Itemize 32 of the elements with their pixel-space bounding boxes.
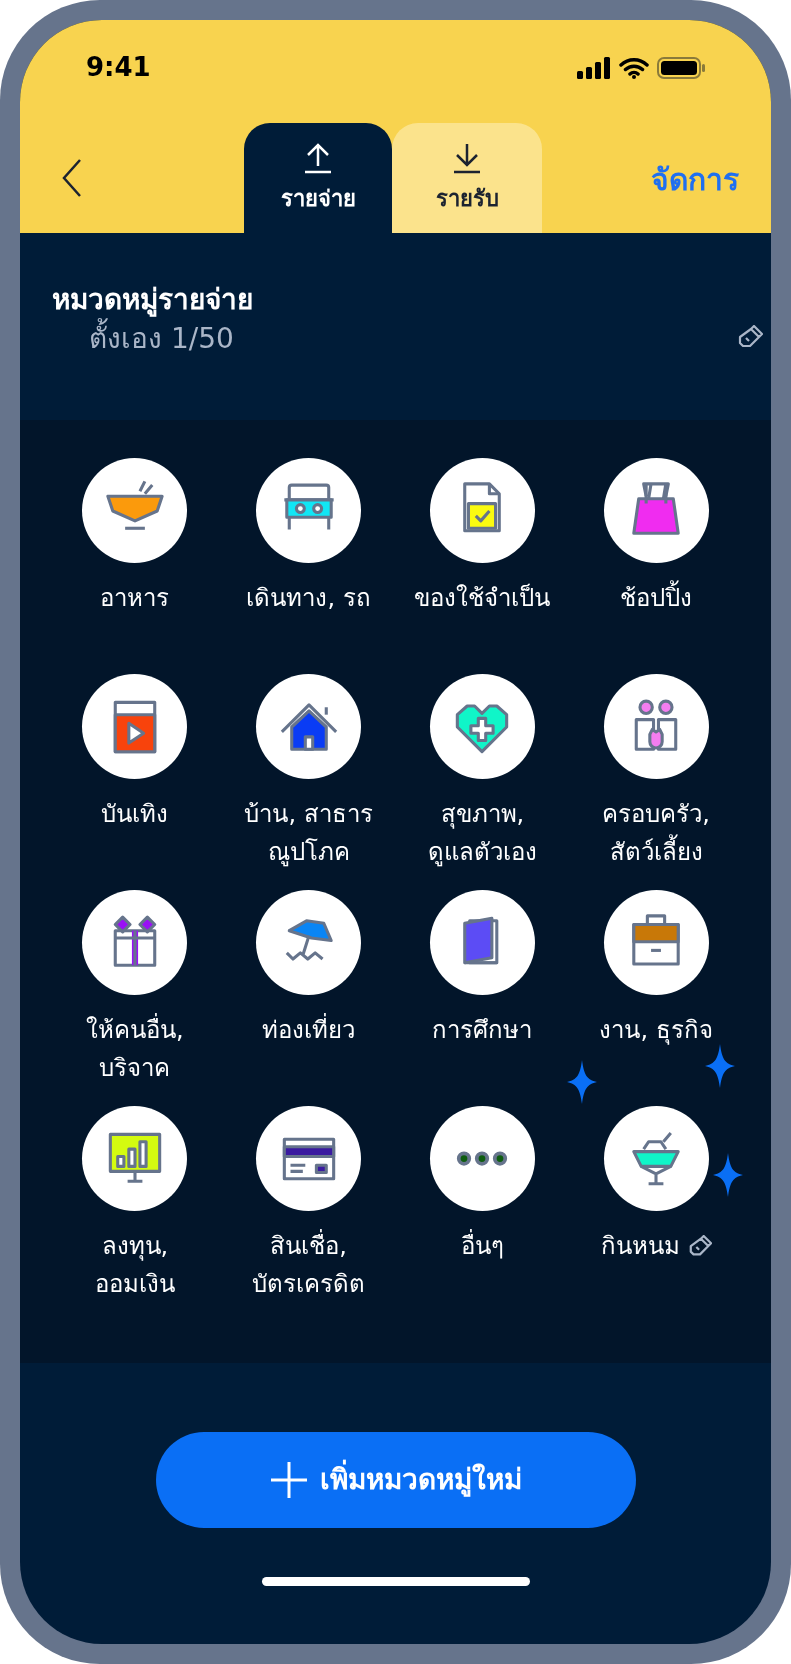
category-label: งาน, ธุรกิจ — [599, 1015, 713, 1047]
category-label: บันเทิง — [101, 799, 169, 830]
category-label: สินเชื่อ, บัตรเครดิต — [252, 1227, 366, 1303]
plus-icon — [269, 1461, 308, 1499]
battery-icon — [657, 56, 705, 79]
sparkle-icon — [705, 1044, 735, 1088]
chevron-left-icon — [61, 158, 83, 198]
download-icon — [452, 141, 482, 174]
upload-icon — [303, 141, 333, 174]
status-time: 9:41 — [86, 51, 151, 84]
category-label: บ้าน, สาธาร ณูปโภค — [244, 799, 373, 869]
category-label: ให้คนอื่น, บริจาค — [86, 1011, 184, 1087]
add-category-button[interactable]: เพิ่มหมวดหมู่ใหม่ — [155, 1432, 636, 1528]
category-label: ท่องเที่ยว — [262, 1011, 356, 1049]
category-label: การศึกษา — [432, 1015, 533, 1046]
category-label: อาหาร — [100, 583, 170, 614]
section-subtitle: ตั้งเอง 1/50 — [89, 319, 739, 359]
wifi-icon — [619, 56, 649, 79]
sparkle-icon — [567, 1060, 598, 1104]
category-label: ช้อปปิ้ง — [620, 579, 693, 617]
section-title: หมวดหมู่รายจ่าย — [52, 282, 254, 318]
category-label: ครอบครัว, สัตว์เลี้ยง — [602, 799, 710, 868]
category-label: สุขภาพ, ดูแลตัวเอง — [427, 799, 537, 869]
sparkle-icon — [713, 1153, 743, 1197]
tab[interactable]: รายจ่าย — [244, 123, 392, 233]
category-label: ลงทุน, ออมเงิน — [94, 1231, 175, 1300]
category-label: ของใช้จำเป็น — [414, 582, 551, 614]
tab[interactable]: รายรับ — [392, 123, 542, 233]
category-label: อื่นๆ — [460, 1227, 504, 1265]
signal-icon — [577, 56, 611, 79]
category-label: เดินทาง, รถ — [246, 583, 371, 614]
category-label: กินหนม — [600, 1231, 680, 1262]
